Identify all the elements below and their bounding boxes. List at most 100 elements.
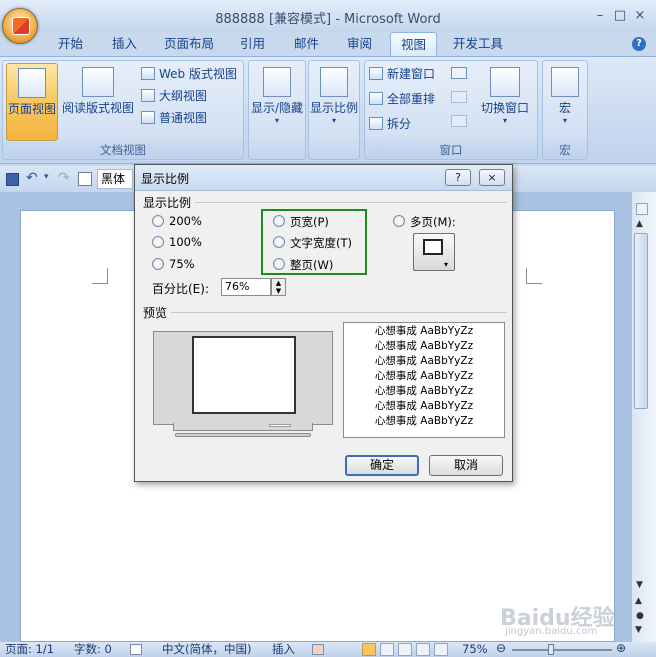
- proofing-icon[interactable]: [130, 644, 142, 655]
- dialog-help-button[interactable]: ?: [445, 169, 471, 186]
- macros-button[interactable]: 宏 ▾: [543, 63, 587, 141]
- radio-page-width[interactable]: [273, 215, 285, 227]
- switch-windows-button[interactable]: 切换窗口 ▾: [475, 63, 535, 141]
- previous-page-icon[interactable]: ▲: [635, 596, 642, 606]
- show-hide-button[interactable]: 显示/隐藏 ▾: [249, 63, 305, 141]
- group-window: 新建窗口 全部重排 拆分 切换窗口 ▾ 窗口: [364, 60, 538, 160]
- zoom-section-label: 显示比例: [143, 196, 192, 210]
- draft-view-status-icon[interactable]: [434, 643, 448, 656]
- preview-line: 心想事成 AaBbYyZz: [374, 415, 474, 427]
- cancel-button[interactable]: 取消: [429, 455, 503, 476]
- radio-whole-page[interactable]: [273, 258, 285, 270]
- radio-200[interactable]: [152, 215, 164, 227]
- many-pages-button[interactable]: ▾: [413, 233, 455, 271]
- draft-view-button[interactable]: 普通视图: [141, 108, 207, 128]
- tab-view[interactable]: 视图: [390, 32, 438, 56]
- next-page-icon[interactable]: ▼: [635, 625, 642, 635]
- group-zoom[interactable]: 显示比例 ▾: [308, 60, 360, 160]
- reset-position-icon[interactable]: [451, 115, 467, 127]
- radio-whole-page-label: 整页(W): [290, 258, 334, 272]
- tab-page-layout[interactable]: 页面布局: [158, 32, 220, 56]
- view-side-by-side-icon[interactable]: [451, 67, 467, 79]
- chevron-down-icon: ▾: [444, 260, 449, 269]
- status-page[interactable]: 页面: 1/1: [5, 642, 54, 657]
- status-words[interactable]: 字数: 0: [74, 642, 112, 657]
- ruler-toggle-icon[interactable]: [636, 203, 648, 215]
- page-view-button[interactable]: 页面视图: [6, 63, 58, 141]
- ok-button[interactable]: 确定: [345, 455, 419, 476]
- radio-many-pages[interactable]: [393, 215, 405, 227]
- outline-view-button[interactable]: 大纲视图: [141, 86, 207, 106]
- dialog-title: 显示比例: [141, 172, 190, 186]
- chevron-down-icon: ▾: [331, 116, 336, 125]
- outline-view-status-icon[interactable]: [416, 643, 430, 656]
- zoom-dialog: 显示比例 ? × 显示比例 200% 100% 75% 页宽(P) 文字宽度(T…: [134, 164, 513, 482]
- close-button[interactable]: ×: [630, 8, 650, 24]
- group-label-macros: 宏: [543, 142, 587, 158]
- status-zoom-level[interactable]: 75%: [462, 642, 488, 657]
- maximize-button[interactable]: □: [610, 8, 630, 24]
- scroll-down-icon[interactable]: ▼: [636, 580, 643, 590]
- sync-scroll-icon[interactable]: [451, 91, 467, 103]
- tab-references[interactable]: 引用: [234, 32, 271, 56]
- baidu-watermark-url: jingyan.baidu.com: [505, 626, 598, 637]
- radio-75[interactable]: [152, 258, 164, 270]
- tab-review[interactable]: 审阅: [341, 32, 378, 56]
- preview-line: 心想事成 AaBbYyZz: [374, 400, 474, 412]
- preview-line: 心想事成 AaBbYyZz: [374, 325, 474, 337]
- radio-text-width[interactable]: [273, 236, 285, 248]
- zoom-slider-thumb[interactable]: [548, 644, 554, 655]
- split-button[interactable]: 拆分: [369, 114, 411, 134]
- font-name-field[interactable]: 黑体: [97, 169, 133, 189]
- macros-icon: [551, 67, 579, 97]
- radio-200-label: 200%: [169, 214, 202, 228]
- help-icon[interactable]: ?: [632, 37, 646, 51]
- scroll-up-icon[interactable]: ▲: [636, 219, 643, 229]
- status-language[interactable]: 中文(简体，中国): [162, 642, 251, 657]
- redo-icon[interactable]: ↷: [58, 170, 70, 186]
- zoom-in-icon[interactable]: ⊕: [616, 641, 626, 655]
- scroll-thumb[interactable]: [634, 233, 648, 409]
- preview-section-label: 预览: [143, 306, 168, 320]
- chevron-down-icon[interactable]: ▾: [44, 172, 49, 182]
- group-document-views: 页面视图 阅读版式视图 Web 版式视图 大纲视图 普通视图 文档视图: [2, 60, 244, 160]
- tab-developer[interactable]: 开发工具: [447, 32, 509, 56]
- radio-75-label: 75%: [169, 257, 195, 271]
- tab-insert[interactable]: 插入: [106, 32, 143, 56]
- page-view-status-icon[interactable]: [362, 643, 376, 656]
- radio-100[interactable]: [152, 236, 164, 248]
- office-button[interactable]: [2, 8, 38, 44]
- dialog-close-button[interactable]: ×: [479, 169, 505, 186]
- new-window-button[interactable]: 新建窗口: [369, 64, 435, 84]
- draft-view-label: 普通视图: [159, 111, 208, 125]
- preview-line: 心想事成 AaBbYyZz: [374, 370, 474, 382]
- percent-spinner[interactable]: ▲ ▼: [271, 278, 286, 296]
- web-view-button[interactable]: Web 版式视图: [141, 64, 237, 84]
- web-view-status-icon[interactable]: [398, 643, 412, 656]
- reading-view-icon: [82, 67, 114, 97]
- percent-label: 百分比(E):: [152, 282, 209, 296]
- preview-text-box: 心想事成 AaBbYyZz 心想事成 AaBbYyZz 心想事成 AaBbYyZ…: [343, 322, 505, 438]
- preview-line: 心想事成 AaBbYyZz: [374, 340, 474, 352]
- zoom-slider[interactable]: [512, 649, 612, 651]
- save-icon[interactable]: [6, 173, 19, 186]
- minimize-button[interactable]: –: [590, 8, 610, 24]
- percent-input[interactable]: 76%: [221, 278, 271, 296]
- macro-record-icon[interactable]: [312, 644, 324, 655]
- tab-home[interactable]: 开始: [52, 32, 89, 56]
- undo-icon[interactable]: ↶: [26, 170, 38, 186]
- zoom-button[interactable]: 显示比例 ▾: [309, 63, 359, 141]
- crop-mark: [526, 268, 542, 284]
- zoom-out-icon[interactable]: ⊖: [496, 641, 506, 655]
- print-preview-icon[interactable]: [78, 172, 92, 186]
- show-hide-label: 显示/隐藏: [250, 101, 304, 115]
- tab-mailings[interactable]: 邮件: [288, 32, 325, 56]
- arrange-all-button[interactable]: 全部重排: [369, 89, 435, 109]
- divider: [195, 202, 507, 203]
- reading-view-status-icon[interactable]: [380, 643, 394, 656]
- status-insert-mode[interactable]: 插入: [272, 642, 295, 657]
- select-browse-object-icon[interactable]: ●: [636, 611, 644, 621]
- reading-view-button[interactable]: 阅读版式视图: [61, 63, 135, 141]
- switch-windows-icon: [490, 67, 520, 97]
- group-show-hide[interactable]: 显示/隐藏 ▾: [248, 60, 306, 160]
